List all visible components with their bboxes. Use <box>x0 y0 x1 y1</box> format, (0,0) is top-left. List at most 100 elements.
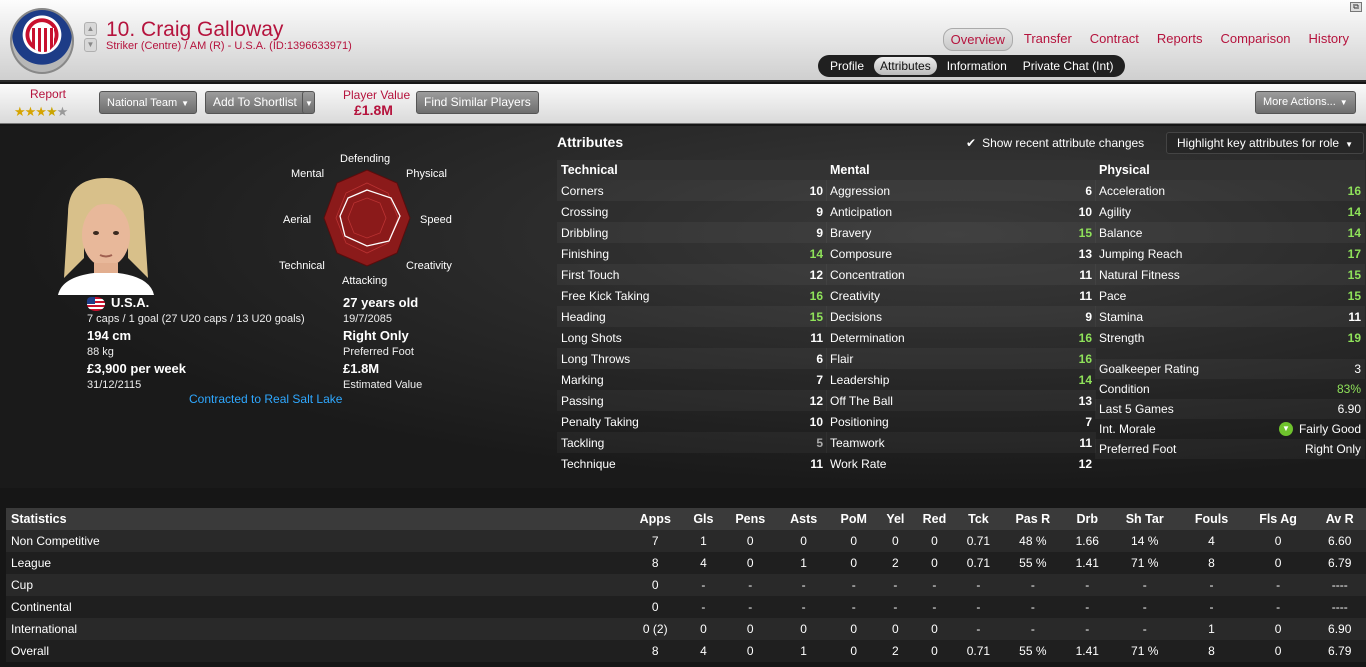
attribute-value: 5 <box>816 435 823 450</box>
table-row[interactable]: International 0 (2) 0 0 0 0 0 0- - - -1 0 6.90 <box>6 618 1366 640</box>
attribute-row[interactable]: Dribbling 9 <box>557 222 827 243</box>
attribute-row[interactable]: Aggression 6 <box>826 180 1096 201</box>
subtab-attributes[interactable]: Attributes <box>874 57 937 75</box>
attribute-row[interactable]: Creativity 11 <box>826 285 1096 306</box>
highlight-attributes-dropdown[interactable]: Highlight key attributes for role ▼ <box>1166 132 1364 154</box>
next-player-icon[interactable]: ▼ <box>84 38 97 52</box>
attribute-row[interactable]: Finishing 14 <box>557 243 827 264</box>
column-header[interactable]: PoM <box>829 508 879 530</box>
attribute-row[interactable]: Heading 15 <box>557 306 827 327</box>
attribute-row[interactable]: Pace 15 <box>1095 285 1365 306</box>
subtab-information[interactable]: Information <box>941 57 1013 75</box>
attribute-row[interactable]: Long Throws 6 <box>557 348 827 369</box>
attribute-row[interactable]: Off The Ball 13 <box>826 390 1096 411</box>
attribute-name: Marking <box>561 372 604 387</box>
tab-comparison[interactable]: Comparison <box>1213 28 1297 51</box>
column-header[interactable]: Av R <box>1313 508 1366 530</box>
find-similar-players-button[interactable]: Find Similar Players <box>416 91 539 114</box>
attribute-name: Leadership <box>830 372 890 387</box>
attribute-row[interactable]: Teamwork 11 <box>826 432 1096 453</box>
report-label[interactable]: Report <box>30 87 66 101</box>
table-row[interactable]: Cup 0- - - - - - - - - - - - ---- <box>6 574 1366 596</box>
attribute-row[interactable]: Leadership 14 <box>826 369 1096 390</box>
column-header[interactable]: Sh Tar <box>1109 508 1181 530</box>
attribute-row[interactable]: Strength 19 <box>1095 327 1365 348</box>
attribute-row[interactable]: Preferred Foot Right Only <box>1095 439 1365 459</box>
attribute-row[interactable]: Agility 14 <box>1095 201 1365 222</box>
attribute-row[interactable]: Penalty Taking 10 <box>557 411 827 432</box>
attribute-row[interactable]: Last 5 Games 6.90 <box>1095 399 1365 419</box>
subtab-profile[interactable]: Profile <box>824 57 870 75</box>
attribute-row[interactable]: Long Shots 11 <box>557 327 827 348</box>
overview-panel: Defending Physical Speed Creativity Atta… <box>0 126 1366 488</box>
table-row[interactable]: Continental 0- - - - - - - - - - - - ---- <box>6 596 1366 618</box>
column-header[interactable]: Pens <box>722 508 779 530</box>
restore-window-icon[interactable]: ⧉ <box>1350 2 1362 12</box>
attribute-row[interactable]: Decisions 9 <box>826 306 1096 327</box>
technical-attributes: Technical Corners 10 Crossing 9 Dribbling 9 Fi… <box>557 160 827 474</box>
table-cell: - <box>1065 618 1110 640</box>
attribute-row[interactable]: Natural Fitness 15 <box>1095 264 1365 285</box>
attribute-value: 10 <box>1078 204 1092 219</box>
attribute-row[interactable]: Flair 16 <box>826 348 1096 369</box>
attribute-row[interactable]: Positioning 7 <box>826 411 1096 432</box>
attribute-row[interactable]: Marking 7 <box>557 369 827 390</box>
national-team-button[interactable]: National Team ▼ <box>99 91 198 114</box>
tab-overview[interactable]: Overview <box>942 28 1013 51</box>
tab-reports[interactable]: Reports <box>1150 28 1210 51</box>
attribute-row[interactable]: First Touch 12 <box>557 264 827 285</box>
attribute-row[interactable]: Corners 10 <box>557 180 827 201</box>
subtab-private-chat[interactable]: Private Chat (Int) <box>1017 57 1120 75</box>
attribute-name: Creativity <box>830 288 881 303</box>
column-header[interactable]: Pas R <box>1000 508 1066 530</box>
attribute-value: 15 <box>1347 288 1361 303</box>
tab-contract[interactable]: Contract <box>1083 28 1146 51</box>
column-header[interactable]: Drb <box>1065 508 1110 530</box>
column-header[interactable]: Fls Ag <box>1242 508 1314 530</box>
column-header[interactable]: Fouls <box>1180 508 1243 530</box>
attribute-row[interactable]: Work Rate 12 <box>826 453 1096 474</box>
attribute-row[interactable]: Goalkeeper Rating 3 <box>1095 359 1365 379</box>
attribute-row[interactable]: Anticipation 10 <box>826 201 1096 222</box>
attribute-row[interactable]: Free Kick Taking 16 <box>557 285 827 306</box>
table-row[interactable]: Non Competitive 7 1 0 0 0 0 0 0.71 48 % 1.66 14 % 4 0… <box>6 530 1366 552</box>
attribute-row[interactable]: Int. Morale ▼ Fairly Good <box>1095 419 1365 439</box>
attribute-row[interactable]: Concentration 11 <box>826 264 1096 285</box>
contract-club-link[interactable]: Contracted to Real Salt Lake <box>189 392 342 406</box>
attribute-row[interactable]: Jumping Reach 17 <box>1095 243 1365 264</box>
attribute-row[interactable]: Balance 14 <box>1095 222 1365 243</box>
previous-player-icon[interactable]: ▲ <box>84 22 97 36</box>
row-label: Overall <box>6 640 626 662</box>
attribute-row[interactable]: Technique 11 <box>557 453 827 474</box>
attribute-row[interactable]: Tackling 5 <box>557 432 827 453</box>
player-stepper[interactable]: ▲ ▼ <box>84 22 97 52</box>
tab-history[interactable]: History <box>1302 28 1356 51</box>
column-header[interactable]: Apps <box>626 508 685 530</box>
column-header[interactable]: Statistics <box>6 508 626 530</box>
table-cell: 6.90 <box>1313 618 1366 640</box>
shortlist-dropdown[interactable]: ▼ <box>302 91 315 114</box>
attribute-row[interactable]: Condition 83% <box>1095 379 1365 399</box>
attribute-name: Decisions <box>830 309 883 324</box>
attribute-row[interactable]: Stamina 11 <box>1095 306 1365 327</box>
table-cell: 0 <box>1242 618 1314 640</box>
show-changes-checkbox[interactable]: ✔ Show recent attribute changes <box>966 136 1144 150</box>
add-to-shortlist-button[interactable]: Add To Shortlist <box>205 91 314 114</box>
tab-transfer[interactable]: Transfer <box>1017 28 1079 51</box>
attribute-row[interactable]: Acceleration 16 <box>1095 180 1365 201</box>
attribute-row[interactable]: Bravery 15 <box>826 222 1096 243</box>
statistics-table: Statistics Apps Gls Pens Asts PoM Yel Red Tck Pas… <box>0 508 1366 667</box>
attribute-row[interactable]: Passing 12 <box>557 390 827 411</box>
attribute-row[interactable]: Determination 16 <box>826 327 1096 348</box>
column-header[interactable]: Yel <box>878 508 913 530</box>
table-row[interactable]: Overall 8 4 0 1 0 2 0 0.71 55 % 1.41 71 % 8 0 6.79 <box>6 640 1366 662</box>
column-header[interactable]: Asts <box>778 508 830 530</box>
column-header[interactable]: Tck <box>956 508 1001 530</box>
attribute-row[interactable]: Crossing 9 <box>557 201 827 222</box>
column-header[interactable]: Red <box>912 508 957 530</box>
attribute-name: Acceleration <box>1099 183 1166 198</box>
more-actions-button[interactable]: More Actions... ▼ <box>1255 91 1356 114</box>
attribute-row[interactable]: Composure 13 <box>826 243 1096 264</box>
column-header[interactable]: Gls <box>684 508 723 530</box>
table-row[interactable]: League 8 4 0 1 0 2 0 0.71 55 % 1.41 71 % 8 0 6.79 <box>6 552 1366 574</box>
